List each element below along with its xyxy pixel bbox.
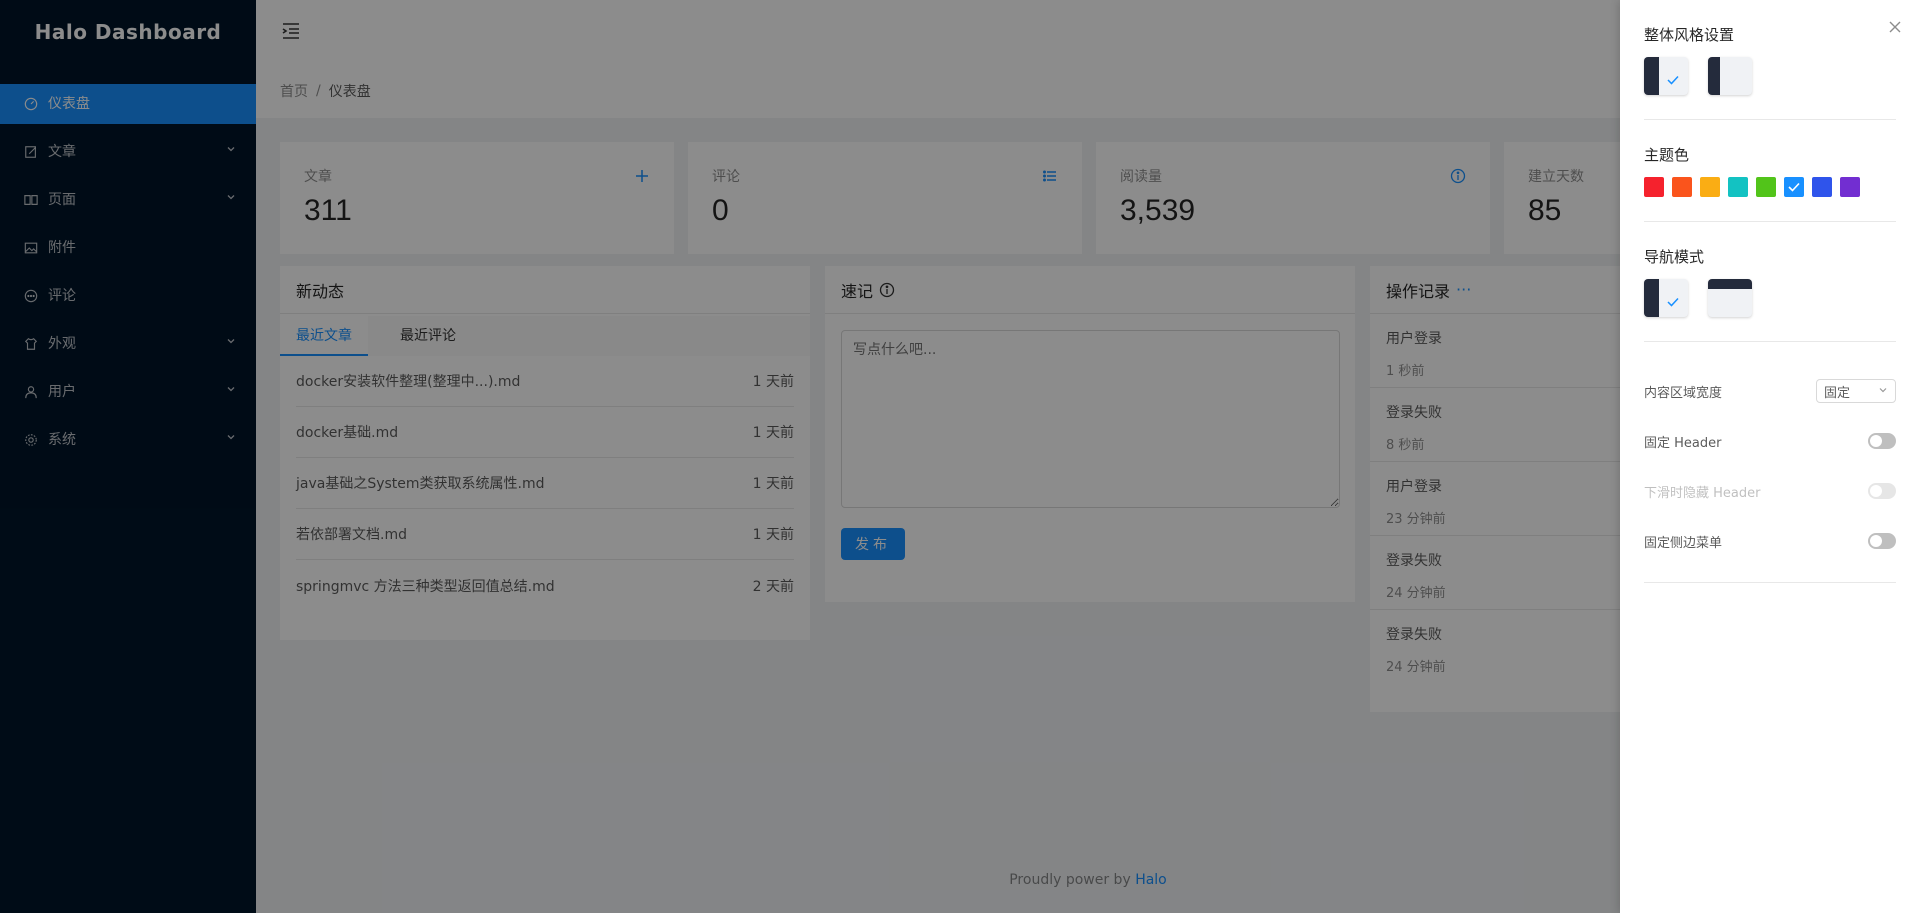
style-sidebar-preview bbox=[1644, 57, 1659, 95]
section-title: 导航模式 bbox=[1644, 248, 1705, 266]
color-swatch-volcano[interactable] bbox=[1672, 177, 1692, 197]
fixed-sidebar-toggle[interactable] bbox=[1868, 533, 1896, 549]
check-icon bbox=[1787, 180, 1801, 194]
style-options bbox=[1644, 57, 1896, 95]
fixed-sidebar-row: 固定侧边菜单 bbox=[1644, 516, 1896, 566]
style-sidebar-preview bbox=[1708, 57, 1721, 95]
setting-label: 内容区域宽度 bbox=[1644, 385, 1723, 401]
nav-sidebar-preview bbox=[1644, 279, 1659, 317]
nav-mode-options bbox=[1644, 279, 1896, 317]
theme-color-section: 主题色 bbox=[1644, 144, 1896, 222]
color-swatch-orange[interactable] bbox=[1700, 177, 1720, 197]
fixed-header-row: 固定 Header bbox=[1644, 416, 1896, 466]
style-section: 整体风格设置 bbox=[1644, 24, 1896, 120]
layout-settings: 内容区域宽度 固定 固定 Header 下滑时隐藏 Header 固定侧边菜单 bbox=[1644, 366, 1896, 583]
content-width-row: 内容区域宽度 固定 bbox=[1644, 366, 1896, 416]
section-title: 整体风格设置 bbox=[1644, 26, 1735, 44]
settings-drawer: 整体风格设置 主题色 导航模式 内容区域宽度 固定 固定 Header 下滑时隐… bbox=[1620, 0, 1920, 913]
select-value: 固定 bbox=[1824, 385, 1851, 401]
nav-mode-section: 导航模式 bbox=[1644, 246, 1896, 342]
nav-topbar-preview bbox=[1708, 279, 1752, 289]
style-option-light[interactable] bbox=[1708, 57, 1752, 95]
nav-mode-sidemenu[interactable] bbox=[1644, 279, 1688, 317]
color-swatch-blue[interactable] bbox=[1784, 177, 1804, 197]
setting-label: 下滑时隐藏 Header bbox=[1644, 485, 1761, 501]
color-swatch-cyan[interactable] bbox=[1728, 177, 1748, 197]
fixed-header-toggle[interactable] bbox=[1868, 433, 1896, 449]
color-swatch-red[interactable] bbox=[1644, 177, 1664, 197]
hide-header-row: 下滑时隐藏 Header bbox=[1644, 466, 1896, 516]
theme-colors bbox=[1644, 177, 1896, 197]
chevron-down-icon bbox=[1878, 384, 1888, 399]
check-icon bbox=[1666, 295, 1680, 309]
content-width-select[interactable]: 固定 bbox=[1816, 379, 1896, 403]
color-swatch-green[interactable] bbox=[1756, 177, 1776, 197]
style-option-dark[interactable] bbox=[1644, 57, 1688, 95]
section-title: 主题色 bbox=[1644, 146, 1690, 164]
close-icon[interactable] bbox=[1886, 18, 1904, 36]
color-swatch-purple[interactable] bbox=[1840, 177, 1860, 197]
color-swatch-geekblue[interactable] bbox=[1812, 177, 1832, 197]
nav-mode-topmenu[interactable] bbox=[1708, 279, 1752, 317]
setting-label: 固定 Header bbox=[1644, 435, 1722, 451]
check-icon bbox=[1666, 73, 1680, 87]
setting-label: 固定侧边菜单 bbox=[1644, 535, 1723, 551]
hide-header-toggle bbox=[1868, 483, 1896, 499]
